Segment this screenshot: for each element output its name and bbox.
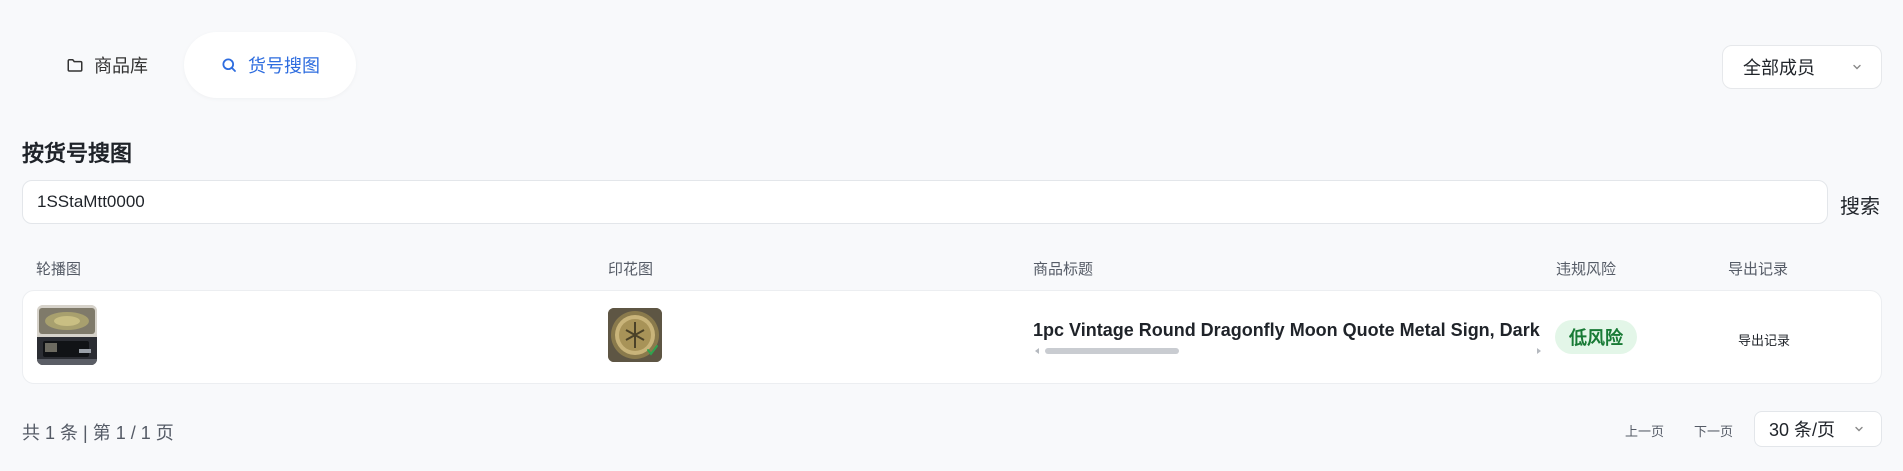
column-header-title: 商品标题 xyxy=(1033,261,1094,278)
scroll-right-icon[interactable] xyxy=(1537,348,1541,354)
member-filter-select[interactable]: 全部成员 xyxy=(1722,45,1882,89)
next-page-button[interactable]: 下一页 xyxy=(1694,421,1733,440)
tab-sku-image-search[interactable]: 货号搜图 xyxy=(184,32,356,98)
tab-label: 货号搜图 xyxy=(248,56,320,76)
member-filter-value: 全部成员 xyxy=(1743,58,1815,78)
carousel-thumbnail[interactable] xyxy=(37,305,97,365)
print-thumbnail[interactable] xyxy=(608,308,662,362)
prev-page-button[interactable]: 上一页 xyxy=(1625,421,1664,440)
page-size-value: 30 条/页 xyxy=(1769,420,1836,440)
scroll-left-icon[interactable] xyxy=(1035,348,1039,354)
folder-icon xyxy=(66,56,84,74)
pagination-summary: 共 1 条 | 第 1 / 1 页 xyxy=(22,423,174,443)
scrollbar-thumb[interactable] xyxy=(1045,348,1179,354)
export-record-button[interactable]: 导出记录 xyxy=(1738,330,1790,349)
risk-badge: 低风险 xyxy=(1555,320,1637,354)
title-horizontal-scrollbar[interactable] xyxy=(1035,347,1541,355)
chevron-down-icon xyxy=(1853,419,1865,440)
sku-search-input[interactable] xyxy=(22,180,1828,224)
column-header-risk: 违规风险 xyxy=(1556,261,1617,278)
column-header-print: 印花图 xyxy=(608,261,654,278)
tab-bar: 商品库 货号搜图 xyxy=(0,30,356,100)
product-title: 1pc Vintage Round Dragonfly Moon Quote M… xyxy=(1033,320,1543,340)
search-icon xyxy=(220,56,238,74)
section-title: 按货号搜图 xyxy=(22,141,133,166)
chevron-down-icon xyxy=(1851,57,1863,78)
page-size-select[interactable]: 30 条/页 xyxy=(1754,411,1882,447)
column-header-export: 导出记录 xyxy=(1728,261,1789,278)
column-header-carousel: 轮播图 xyxy=(36,261,82,278)
search-button[interactable]: 搜索 xyxy=(1840,190,1880,219)
tab-label: 商品库 xyxy=(94,56,148,76)
product-title-cell: 1pc Vintage Round Dragonfly Moon Quote M… xyxy=(1033,320,1543,364)
tab-product-library[interactable]: 商品库 xyxy=(30,32,184,98)
